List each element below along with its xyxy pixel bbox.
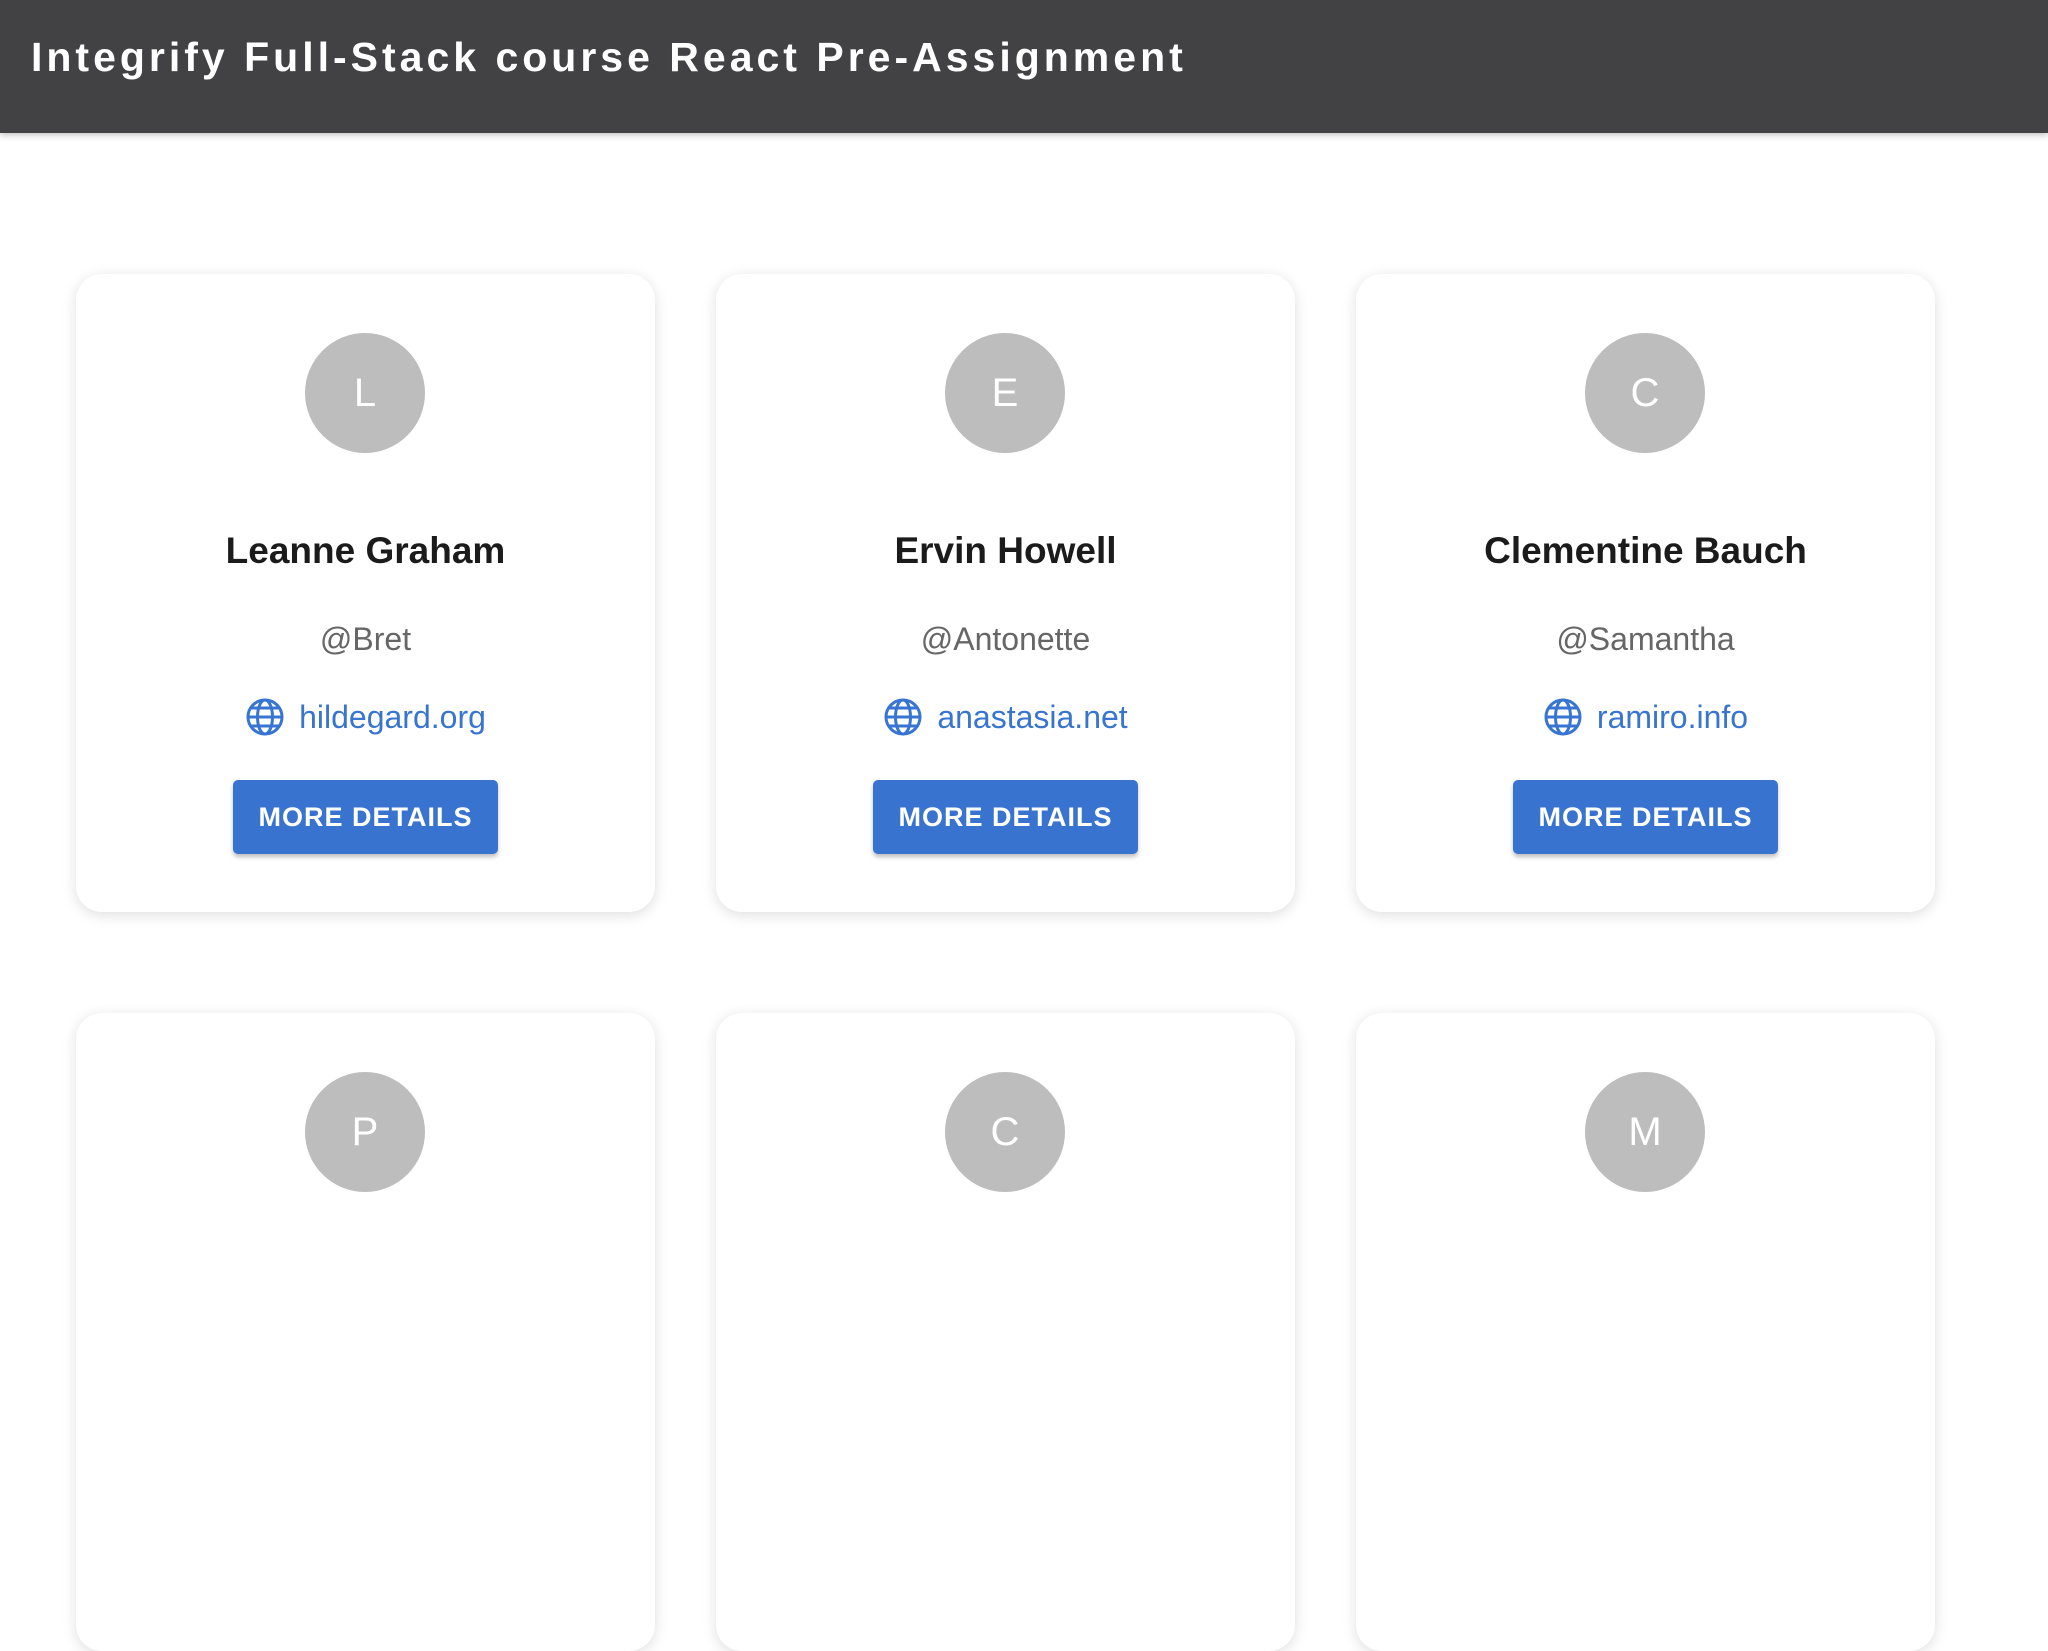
website-row: hildegard.org xyxy=(76,692,655,742)
website-link[interactable]: anastasia.net xyxy=(937,699,1127,736)
app-bar: Integrify Full-Stack course React Pre-As… xyxy=(0,0,2048,133)
user-card: E Ervin Howell @Antonette anastasia.net … xyxy=(716,274,1295,912)
user-card: C xyxy=(716,1013,1295,1651)
user-name: Clementine Bauch xyxy=(1484,530,1807,571)
app-title: Integrify Full-Stack course React Pre-As… xyxy=(31,34,1187,80)
avatar: M xyxy=(1585,1072,1705,1192)
user-handle: @Antonette xyxy=(920,621,1091,657)
user-handle: @Samantha xyxy=(1556,621,1735,657)
user-card: P xyxy=(76,1013,655,1651)
avatar: P xyxy=(305,1072,425,1192)
avatar: C xyxy=(945,1072,1065,1192)
user-name: Leanne Graham xyxy=(225,530,506,571)
website-link[interactable]: hildegard.org xyxy=(299,699,486,736)
user-card: C Clementine Bauch @Samantha ramiro.info… xyxy=(1356,274,1935,912)
more-details-button[interactable]: MORE DETAILS xyxy=(873,780,1138,854)
avatar: C xyxy=(1585,333,1705,453)
user-handle: @Bret xyxy=(319,621,412,657)
user-name: Ervin Howell xyxy=(894,530,1117,571)
more-details-button[interactable]: MORE DETAILS xyxy=(233,780,498,854)
user-card: L Leanne Graham @Bret hildegard.org MORE… xyxy=(76,274,655,912)
more-details-button[interactable]: MORE DETAILS xyxy=(1513,780,1778,854)
user-card: M xyxy=(1356,1013,1935,1651)
globe-icon xyxy=(884,698,922,736)
avatar: L xyxy=(305,333,425,453)
website-row: ramiro.info xyxy=(1356,692,1935,742)
website-row: anastasia.net xyxy=(716,692,1295,742)
globe-icon xyxy=(246,698,284,736)
website-link[interactable]: ramiro.info xyxy=(1597,699,1748,736)
globe-icon xyxy=(1544,698,1582,736)
avatar: E xyxy=(945,333,1065,453)
